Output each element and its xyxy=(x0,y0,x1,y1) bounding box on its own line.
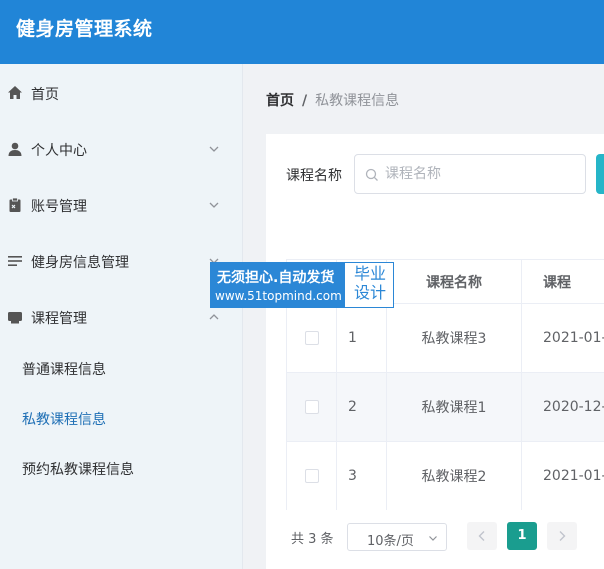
search-input[interactable] xyxy=(385,163,575,185)
sidebar-subitem-normal-courses[interactable]: 普通课程信息 xyxy=(0,348,243,388)
top-header-bar: 健身房管理系统 xyxy=(0,0,604,64)
row-course-name: 私教课程1 xyxy=(387,373,522,441)
table-row[interactable]: 2 私教课程1 2020-12- xyxy=(287,373,604,442)
table-row[interactable]: 3 私教课程2 2021-01- xyxy=(287,442,604,510)
chevron-down-icon xyxy=(429,536,437,541)
chevron-down-icon xyxy=(209,146,219,152)
pagination-total: 共 3 条 xyxy=(291,532,334,547)
sidebar-item-label: 健身房信息管理 xyxy=(31,255,129,271)
row-checkbox[interactable] xyxy=(304,331,319,345)
sidebar-item-accounts[interactable]: 账号管理 xyxy=(0,185,243,225)
row-course-name: 私教课程3 xyxy=(387,304,522,372)
row-index: 1 xyxy=(337,304,387,372)
breadcrumb-separator: / xyxy=(302,93,308,109)
header-cell-course-date: 课程 xyxy=(522,260,604,303)
row-checkbox[interactable] xyxy=(304,469,319,483)
home-icon xyxy=(8,86,22,99)
sidebar-subitem-booked-private-courses[interactable]: 预约私教课程信息 xyxy=(0,448,243,488)
clipboard-icon xyxy=(9,197,21,212)
row-course-date: 2021-01- xyxy=(522,442,604,510)
user-icon xyxy=(8,142,22,156)
page-size-select[interactable]: 10条/页 xyxy=(347,523,447,551)
row-index: 2 xyxy=(337,373,387,441)
sidebar-item-label: 账号管理 xyxy=(31,199,87,215)
row-checkbox[interactable] xyxy=(304,400,319,414)
sidebar-item-profile[interactable]: 个人中心 xyxy=(0,129,243,169)
next-page-button[interactable] xyxy=(547,522,577,550)
watermark-tag: 毕业设计 xyxy=(353,264,386,302)
search-icon xyxy=(365,168,378,181)
watermark-badge: 无须担心.自动发货 www.51topmind.com 毕业设计 xyxy=(210,262,394,308)
app-title: 健身房管理系统 xyxy=(16,18,153,40)
search-box[interactable] xyxy=(354,154,586,194)
sidebar-subitem-private-courses[interactable]: 私教课程信息 xyxy=(0,398,243,438)
watermark-url: www.51topmind.com xyxy=(215,289,342,303)
breadcrumb-home[interactable]: 首页 xyxy=(266,93,294,109)
folder-icon xyxy=(8,312,22,324)
chevron-down-icon xyxy=(209,202,219,208)
row-course-date: 2020-12- xyxy=(522,373,604,441)
sidebar-item-courses[interactable]: 课程管理 xyxy=(0,297,243,337)
sidebar: 首页 个人中心 账号管理 健身房信息管理 课程管理 普通课程信息 私教课程信息 … xyxy=(0,64,243,569)
chevron-up-icon xyxy=(209,314,219,320)
sidebar-item-label: 个人中心 xyxy=(31,143,87,159)
sidebar-item-home[interactable]: 首页 xyxy=(0,73,243,113)
breadcrumb: 首页 / 私教课程信息 xyxy=(266,90,399,110)
table-row[interactable]: 1 私教课程3 2021-01- xyxy=(287,304,604,373)
current-page-button[interactable]: 1 xyxy=(507,522,537,550)
chevron-left-icon xyxy=(478,531,485,541)
row-index: 3 xyxy=(337,442,387,510)
watermark-slogan: 无须担心.自动发货 xyxy=(217,270,335,286)
sidebar-item-label: 首页 xyxy=(31,87,59,103)
row-course-date: 2021-01- xyxy=(522,304,604,372)
search-label: 课程名称 xyxy=(286,168,342,184)
sidebar-item-label: 课程管理 xyxy=(31,311,87,327)
chevron-right-icon xyxy=(559,531,566,541)
sidebar-item-gym-info[interactable]: 健身房信息管理 xyxy=(0,241,243,281)
header-cell-course-name: 课程名称 xyxy=(387,260,522,303)
prev-page-button[interactable] xyxy=(467,522,497,550)
search-button[interactable] xyxy=(596,154,604,194)
page-size-value: 10条/页 xyxy=(367,534,414,549)
list-icon xyxy=(8,256,22,266)
breadcrumb-current: 私教课程信息 xyxy=(315,93,400,109)
row-course-name: 私教课程2 xyxy=(387,442,522,510)
